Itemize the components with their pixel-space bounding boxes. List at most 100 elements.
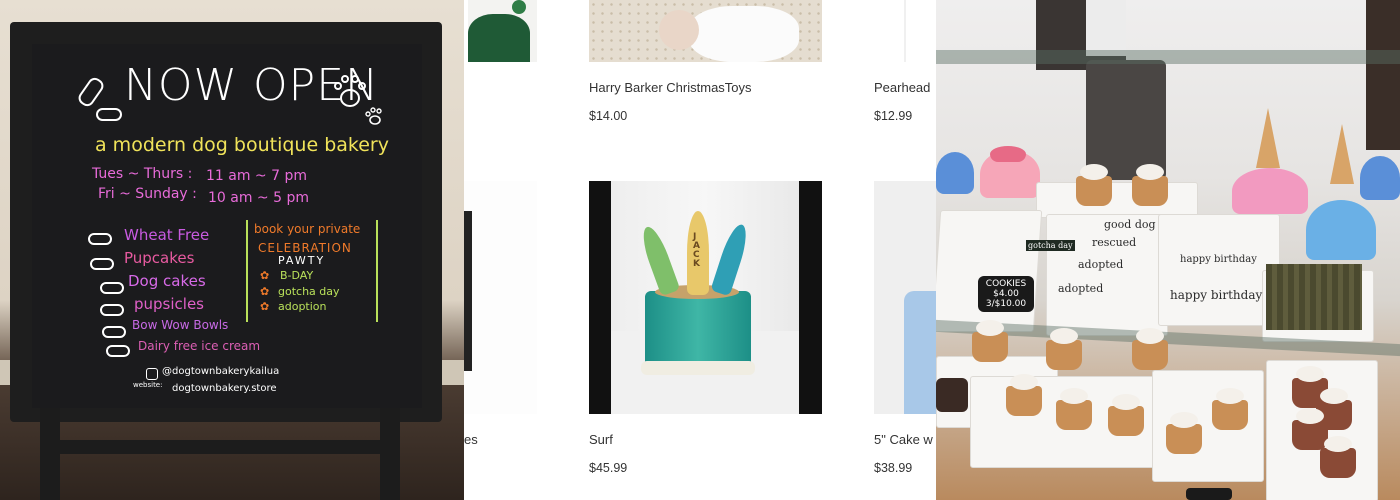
cookie-label: adopted <box>1078 258 1124 271</box>
party-item-bday: B-DAY <box>280 269 314 282</box>
blue-cake <box>904 291 936 414</box>
background-machine <box>1086 60 1166 180</box>
paw-icon: ✿ <box>260 269 270 282</box>
plush-toy <box>689 6 799 62</box>
bone-bullet-icon <box>106 345 130 357</box>
product-name[interactable]: 5" Cake w <box>874 432 933 447</box>
website-label: website: <box>133 381 163 389</box>
sign-line: COOKIES <box>985 279 1027 289</box>
cake-body <box>645 291 751 371</box>
image-edge <box>904 0 906 62</box>
product-name[interactable]: Harry Barker ChristmasToys <box>589 80 752 95</box>
bone-bullet-icon <box>102 326 126 338</box>
bone-bullet-icon <box>88 233 112 245</box>
wall-beam <box>1366 0 1400 150</box>
cake-base-foam <box>641 361 755 375</box>
cookie-tray <box>936 210 1043 332</box>
blue-ice-cream-cake <box>1306 200 1376 260</box>
pupcake-frosted <box>1320 436 1356 478</box>
party-line-2: CELEBRATION <box>258 241 352 255</box>
social-handle: @dogtownbakerykailua <box>162 366 280 377</box>
sign-line: $4.00 <box>993 289 1019 299</box>
product-image-harry-barker[interactable] <box>589 0 822 62</box>
product-price: $12.99 <box>874 109 913 123</box>
pupcake <box>1108 394 1144 436</box>
hours-time-2: 10 am ~ 5 pm <box>208 190 309 206</box>
product-price: $14.00 <box>589 109 628 123</box>
price-sign-bottom <box>1186 488 1232 500</box>
cupcake-tray <box>1036 182 1198 218</box>
hours-days-1: Tues ~ Thurs : <box>92 166 193 182</box>
chalk-tag: gotcha day <box>1026 240 1075 251</box>
pupcake <box>1212 388 1248 430</box>
tree-decoration <box>468 14 530 62</box>
glass-shelf-top <box>936 50 1400 64</box>
party-item-adoption: adoption <box>278 300 327 313</box>
pupcake <box>1132 328 1168 370</box>
small-paw-print-icon <box>364 106 386 128</box>
tree-ornament <box>512 0 526 14</box>
pupcake <box>1046 328 1082 370</box>
cookie-tray <box>1046 214 1168 336</box>
product-name[interactable]: es <box>464 432 478 447</box>
pupcake <box>1006 374 1042 416</box>
paw-icon: ✿ <box>260 300 270 313</box>
website-url: dogtownbakery.store <box>172 383 277 394</box>
menu-item-pupsicles: pupsicles <box>134 295 204 313</box>
menu-item-dog-cakes: Dog cakes <box>128 272 206 290</box>
menu-item-bow-wow-bowls: Bow Wow Bowls <box>132 318 229 332</box>
cupcake <box>1132 164 1168 206</box>
product-name[interactable]: Surf <box>589 432 613 447</box>
product-image-surf-cake[interactable]: JACK <box>589 181 822 414</box>
chalkboard-photo: NOW OPEN a modern dog boutique bakery Tu… <box>0 0 464 500</box>
menu-item-pupcakes: Pupcakes <box>124 249 195 267</box>
blue-cake <box>1360 156 1400 200</box>
product-image-pearhead[interactable] <box>874 0 936 62</box>
board-tagline: a modern dog boutique bakery <box>95 134 389 156</box>
chocolate-treat <box>936 378 968 412</box>
pupcake-frosted <box>1292 408 1328 450</box>
product-name[interactable]: Pearhead <box>874 80 930 95</box>
easel-leg-left <box>40 400 60 500</box>
product-image-5in-cake[interactable] <box>874 181 936 414</box>
instagram-icon <box>146 368 158 380</box>
chew-sticks <box>1266 264 1362 330</box>
hours-time-1: 11 am ~ 7 pm <box>206 168 307 184</box>
blue-cake <box>936 152 974 194</box>
pink-donut-topper <box>990 146 1026 162</box>
pink-ice-cream-cake <box>1232 168 1308 214</box>
paw-icon: ✿ <box>260 285 270 298</box>
bone-bullet-icon <box>100 304 124 316</box>
product-price: $45.99 <box>589 461 628 475</box>
cookie-label: good dog <box>1104 218 1156 231</box>
cookie-label: happy birthday <box>1180 254 1257 265</box>
party-line-3: PAWTY <box>278 254 326 267</box>
pupcake <box>972 320 1008 362</box>
hours-days-2: Fri ~ Sunday : <box>98 186 197 202</box>
wall-poster <box>1086 0 1126 56</box>
product-image-partial[interactable] <box>464 181 537 414</box>
cookie-price-sign: COOKIES $4.00 3/$10.00 <box>978 276 1034 312</box>
pupcake <box>1056 388 1092 430</box>
sign-line: 3/$10.00 <box>985 299 1027 309</box>
menu-item-wheat-free: Wheat Free <box>124 226 210 244</box>
cookie-label: adopted <box>1058 282 1104 295</box>
cupcake <box>1076 164 1112 206</box>
product-image-christmas-tree[interactable] <box>468 0 537 62</box>
image-edge <box>464 211 472 371</box>
product-price: $38.99 <box>874 461 913 475</box>
menu-item-dairy-free: Dairy free ice cream <box>138 339 261 353</box>
bone-bullet-icon <box>100 282 124 294</box>
product-grid: Harry Barker ChristmasToys $14.00 Pearhe… <box>464 0 936 500</box>
surfboard-text: JACK <box>693 232 700 269</box>
display-case-photo: good dog rescued adopted adopted happy b… <box>936 0 1400 500</box>
pupcake <box>1166 412 1202 454</box>
ice-cream-cone <box>1330 124 1354 184</box>
small-bone-icon <box>96 108 122 121</box>
plush-toy-head <box>659 10 699 50</box>
cookie-label: rescued <box>1092 236 1137 249</box>
bone-bullet-icon <box>90 258 114 270</box>
ice-cream-cone <box>1256 108 1280 168</box>
party-item-gotcha: gotcha day <box>278 285 340 298</box>
party-line-1: book your private <box>254 222 361 236</box>
